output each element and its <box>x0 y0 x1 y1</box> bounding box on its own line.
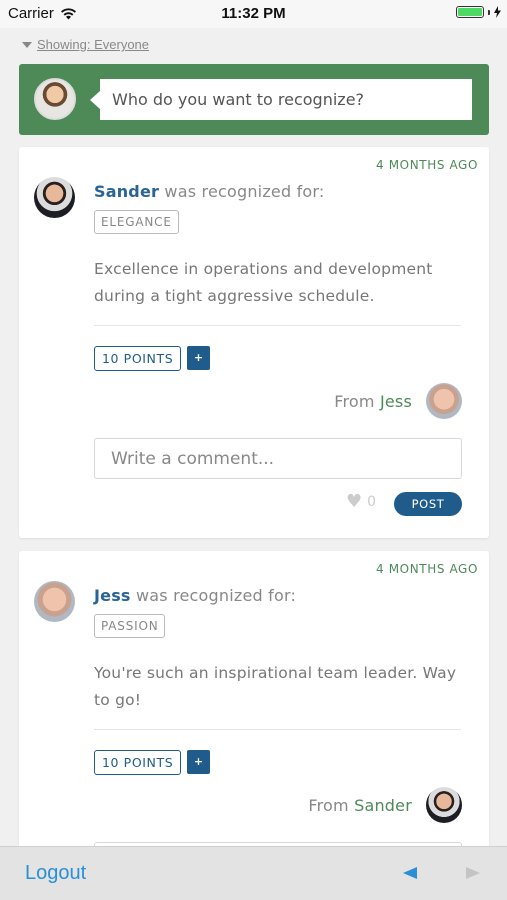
bottom-toolbar: Logout <box>0 846 507 900</box>
value-tag: ELEGANCE <box>94 210 179 234</box>
sender-name[interactable]: Jess <box>380 392 412 411</box>
recognize-composer <box>19 64 489 135</box>
add-points-button[interactable]: + <box>187 750 210 774</box>
from-line: From Sander <box>308 796 412 815</box>
back-arrow-icon[interactable] <box>403 867 417 879</box>
recognition-headline: Jess was recognized for: <box>94 586 296 605</box>
recipient-name[interactable]: Sander <box>94 182 159 201</box>
recognition-message: You're such an inspirational team leader… <box>94 664 457 709</box>
from-line: From Jess <box>334 392 412 411</box>
divider <box>94 325 461 326</box>
from-prefix: From <box>334 392 375 411</box>
battery-fill <box>458 8 482 16</box>
from-prefix: From <box>308 796 349 815</box>
battery-tip <box>488 9 490 15</box>
status-bar: Carrier 11:32 PM <box>0 0 507 28</box>
like-count: 0 <box>367 494 377 510</box>
comment-box <box>94 438 462 479</box>
points-badge: 10 POINTS <box>94 346 182 371</box>
recognition-card: 4 MONTHS AGO Jess was recognized for: PA… <box>19 551 489 891</box>
sender-avatar[interactable] <box>426 787 462 823</box>
recognition-card: 4 MONTHS AGO Sander was recognized for: … <box>19 147 489 538</box>
recipient-avatar[interactable] <box>34 581 75 622</box>
points-badge: 10 POINTS <box>94 750 182 775</box>
post-button[interactable]: POST <box>394 492 462 516</box>
filter-label: Showing: Everyone <box>37 37 150 52</box>
forward-arrow-icon[interactable] <box>466 867 480 879</box>
recipient-name[interactable]: Jess <box>94 586 131 605</box>
battery-area <box>456 6 501 18</box>
sender-name[interactable]: Sander <box>354 796 412 815</box>
heart-icon[interactable]: ♥ <box>346 493 362 511</box>
recognize-input[interactable] <box>100 79 472 120</box>
time-ago: 4 MONTHS AGO <box>376 562 478 576</box>
recognized-text: was recognized for: <box>135 586 297 605</box>
current-user-avatar <box>34 78 76 120</box>
recognized-text: was recognized for: <box>164 182 325 201</box>
recipient-avatar[interactable] <box>34 177 75 218</box>
battery-icon <box>456 6 484 18</box>
like-control[interactable]: ♥ 0 <box>346 493 376 511</box>
audience-filter[interactable]: Showing: Everyone <box>22 37 149 52</box>
caret-down-icon <box>22 41 32 48</box>
recognition-message: Excellence in operations and development… <box>94 260 433 305</box>
sender-avatar[interactable] <box>426 383 462 419</box>
add-points-button[interactable]: + <box>187 346 210 370</box>
recognition-headline: Sander was recognized for: <box>94 182 325 201</box>
value-tag: PASSION <box>94 614 166 638</box>
recognize-input-wrap <box>90 79 472 120</box>
charging-icon <box>494 6 501 18</box>
logout-button[interactable]: Logout <box>25 862 86 885</box>
divider <box>94 729 461 730</box>
comment-input[interactable] <box>95 439 461 478</box>
clock: 11:32 PM <box>221 5 286 22</box>
time-ago: 4 MONTHS AGO <box>376 158 478 172</box>
